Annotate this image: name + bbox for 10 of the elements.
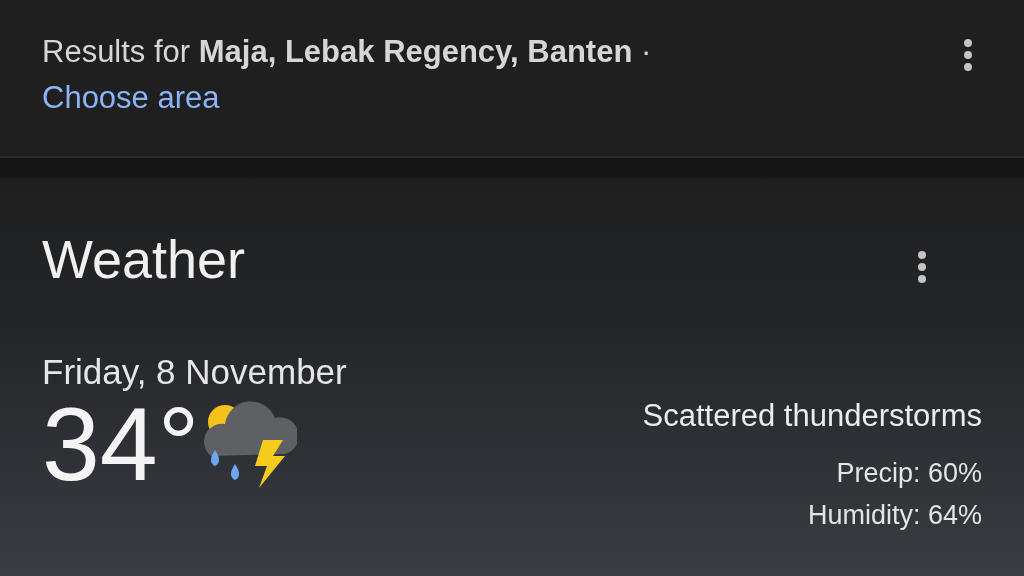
choose-area-link[interactable]: Choose area bbox=[42, 80, 220, 116]
weather-detail: Precip: 60% bbox=[836, 457, 982, 490]
results-text: Results for Maja, Lebak Regency, Banten · bbox=[42, 34, 652, 70]
more-options-icon[interactable] bbox=[962, 38, 974, 72]
more-options-icon[interactable] bbox=[916, 250, 928, 284]
weather-condition: Scattered thunderstorms bbox=[642, 398, 982, 434]
weather-title: Weather bbox=[42, 228, 246, 290]
weather-detail: Humidity: 64% bbox=[807, 499, 982, 532]
temperature: 34° bbox=[42, 392, 200, 496]
weather-date: Friday, 8 November bbox=[42, 352, 347, 392]
